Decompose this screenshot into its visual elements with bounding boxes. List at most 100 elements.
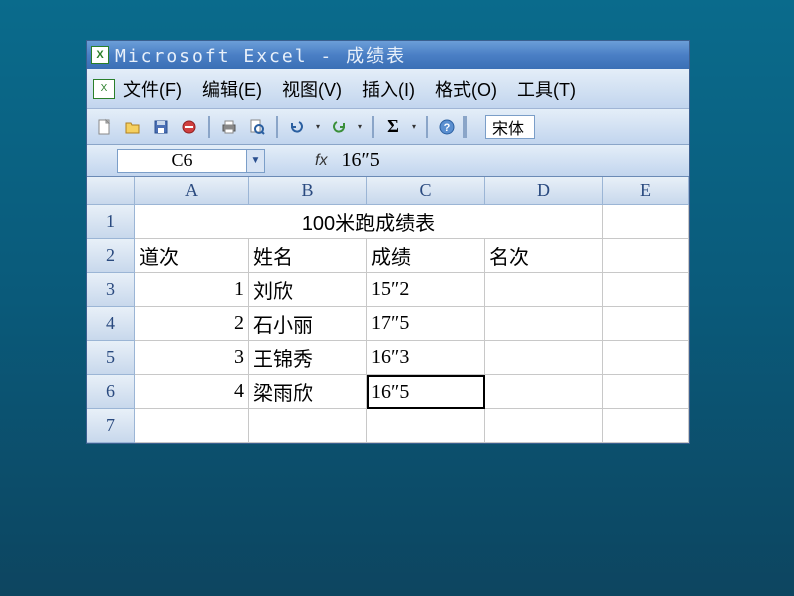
table-row: 2 石小丽 17″5 (135, 307, 689, 341)
cell[interactable] (603, 409, 689, 443)
row-header-5[interactable]: 5 (87, 341, 135, 375)
cell[interactable] (603, 307, 689, 341)
title-bar: X Microsoft Excel - 成绩表 (87, 41, 689, 69)
cell[interactable] (485, 375, 603, 409)
table-row: 3 王锦秀 16″3 (135, 341, 689, 375)
active-cell-ref: C6 (171, 150, 192, 171)
cell[interactable] (367, 409, 485, 443)
cell[interactable]: 道次 (135, 239, 249, 273)
cell[interactable]: 16″3 (367, 341, 485, 375)
grid: A B C D E 100米跑成绩表 道次 姓名 成绩 名次 1 (135, 177, 689, 443)
window-title: Microsoft Excel - 成绩表 (115, 42, 406, 68)
row-header-4[interactable]: 4 (87, 307, 135, 341)
select-all-corner[interactable] (87, 177, 135, 205)
cell[interactable]: 15″2 (367, 273, 485, 307)
font-selector[interactable]: 宋体 (485, 115, 535, 139)
toolbar-separator (426, 116, 428, 138)
table-row: 道次 姓名 成绩 名次 (135, 239, 689, 273)
new-doc-icon (96, 118, 114, 136)
cell[interactable]: 姓名 (249, 239, 367, 273)
menu-view[interactable]: 视图(V) (282, 76, 342, 102)
standard-toolbar: ▾ ▾ Σ ▾ ? 宋体 (87, 109, 689, 145)
cell[interactable] (249, 409, 367, 443)
cell[interactable]: 石小丽 (249, 307, 367, 341)
col-header-A[interactable]: A (135, 177, 249, 205)
menu-insert[interactable]: 插入(I) (362, 76, 415, 102)
worksheet: 1 2 3 4 5 6 7 A B C D E 100米跑成绩表 道次 (87, 177, 689, 443)
cell[interactable] (485, 409, 603, 443)
fx-label[interactable]: fx (315, 152, 327, 170)
excel-doc-icon[interactable]: X (93, 79, 115, 99)
printer-icon (220, 118, 238, 136)
autosum-dropdown[interactable]: ▾ (409, 116, 419, 138)
cell[interactable] (603, 239, 689, 273)
cell[interactable]: 刘欣 (249, 273, 367, 307)
table-row (135, 409, 689, 443)
row-header-6[interactable]: 6 (87, 375, 135, 409)
print-preview-button[interactable] (245, 115, 269, 139)
toolbar-handle[interactable] (463, 116, 467, 138)
redo-button[interactable] (327, 115, 351, 139)
excel-window: X Microsoft Excel - 成绩表 X 文件(F) 编辑(E) 视图… (86, 40, 690, 444)
cell[interactable]: 成绩 (367, 239, 485, 273)
cell[interactable] (603, 273, 689, 307)
cell[interactable]: 2 (135, 307, 249, 341)
cell[interactable] (603, 341, 689, 375)
cell[interactable]: 王锦秀 (249, 341, 367, 375)
cell[interactable] (485, 341, 603, 375)
sheet-title-cell[interactable]: 100米跑成绩表 (135, 205, 603, 239)
magnifier-page-icon (248, 118, 266, 136)
undo-dropdown[interactable]: ▾ (313, 116, 323, 138)
cell[interactable]: 梁雨欣 (249, 375, 367, 409)
col-header-C[interactable]: C (367, 177, 485, 205)
floppy-disk-icon (152, 118, 170, 136)
autosum-button[interactable]: Σ (381, 115, 405, 139)
permission-icon (180, 118, 198, 136)
redo-icon (330, 118, 348, 136)
formula-value[interactable]: 16″5 (341, 149, 379, 172)
row-header-7[interactable]: 7 (87, 409, 135, 443)
cell[interactable]: 17″5 (367, 307, 485, 341)
menu-edit[interactable]: 编辑(E) (202, 76, 262, 102)
cell[interactable]: 3 (135, 341, 249, 375)
col-header-D[interactable]: D (485, 177, 603, 205)
table-row: 100米跑成绩表 (135, 205, 689, 239)
cell[interactable] (603, 375, 689, 409)
row-header-1[interactable]: 1 (87, 205, 135, 239)
row-headers: 1 2 3 4 5 6 7 (87, 177, 135, 443)
print-button[interactable] (217, 115, 241, 139)
cell[interactable] (603, 205, 689, 239)
font-name: 宋体 (492, 115, 524, 139)
toolbar-separator (372, 116, 374, 138)
row-header-2[interactable]: 2 (87, 239, 135, 273)
menu-bar: X 文件(F) 编辑(E) 视图(V) 插入(I) 格式(O) 工具(T) (87, 69, 689, 109)
undo-button[interactable] (285, 115, 309, 139)
permission-button[interactable] (177, 115, 201, 139)
name-box[interactable]: C6 (117, 149, 247, 173)
toolbar-separator (276, 116, 278, 138)
name-box-dropdown[interactable]: ▼ (247, 149, 265, 173)
active-cell[interactable]: 16″5 (367, 375, 485, 409)
help-icon: ? (438, 118, 456, 136)
open-button[interactable] (121, 115, 145, 139)
undo-icon (288, 118, 306, 136)
col-header-E[interactable]: E (603, 177, 689, 205)
menu-file[interactable]: 文件(F) (123, 76, 182, 102)
cell[interactable] (485, 307, 603, 341)
save-button[interactable] (149, 115, 173, 139)
new-button[interactable] (93, 115, 117, 139)
redo-dropdown[interactable]: ▾ (355, 116, 365, 138)
table-row: 1 刘欣 15″2 (135, 273, 689, 307)
cell[interactable]: 1 (135, 273, 249, 307)
table-row: 4 梁雨欣 16″5 (135, 375, 689, 409)
menu-tools[interactable]: 工具(T) (517, 76, 576, 102)
row-header-3[interactable]: 3 (87, 273, 135, 307)
cell[interactable]: 名次 (485, 239, 603, 273)
cell[interactable] (135, 409, 249, 443)
cell[interactable] (485, 273, 603, 307)
help-button[interactable]: ? (435, 115, 459, 139)
cell[interactable]: 4 (135, 375, 249, 409)
col-header-B[interactable]: B (249, 177, 367, 205)
menu-format[interactable]: 格式(O) (435, 76, 497, 102)
formula-bar: C6 ▼ fx 16″5 (87, 145, 689, 177)
